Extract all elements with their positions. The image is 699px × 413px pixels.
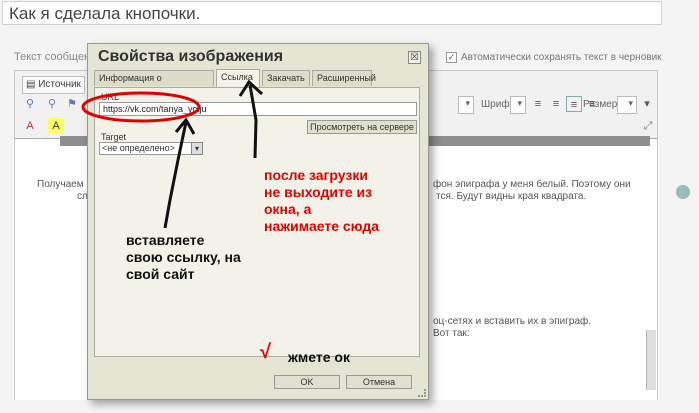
align-left-icon[interactable]: ≡ xyxy=(530,96,546,112)
size-label: Размер xyxy=(583,99,618,110)
align-center-icon[interactable]: ≡ xyxy=(548,96,564,112)
style-dropdown[interactable] xyxy=(458,96,474,114)
replace-icon[interactable]: ⚲ xyxy=(44,96,60,112)
resize-grip-icon[interactable] xyxy=(418,389,426,397)
url-input[interactable]: https://vk.com/tanya_yolju xyxy=(99,102,417,116)
tab-upload[interactable]: Закачать xyxy=(262,70,310,86)
source-label: Источник xyxy=(38,79,81,90)
avatar-icon xyxy=(676,185,690,199)
autosave-option[interactable]: ✓ Автоматически сохранять текст в чернов… xyxy=(446,52,662,63)
target-label: Target xyxy=(101,132,127,142)
maximize-icon[interactable]: ⤢ xyxy=(640,118,656,134)
ok-button[interactable]: OK xyxy=(274,375,340,389)
tab-advanced[interactable]: Расширенный xyxy=(312,70,376,86)
post-title-input[interactable]: Как я сделала кнопочки. xyxy=(2,1,662,25)
autosave-checkbox[interactable]: ✓ xyxy=(446,52,457,63)
size-dropdown[interactable] xyxy=(617,96,637,114)
flag-icon[interactable]: ⚑ xyxy=(64,96,80,112)
autosave-label: Автоматически сохранять текст в черновик xyxy=(461,52,662,63)
font-dropdown[interactable] xyxy=(510,96,526,114)
cancel-button[interactable]: Отмена xyxy=(346,375,412,389)
editor-text-line: оц-сетях и вставить их в эпиграф. xyxy=(433,316,592,327)
chevron-down-icon[interactable]: ▾ xyxy=(191,142,203,155)
bg-color-icon[interactable]: A xyxy=(48,118,64,134)
annotation-insert-link: вставляете свою ссылку, на свой сайт xyxy=(126,232,241,282)
editor-text-line: Получаем к xyxy=(37,179,91,190)
annotation-after-upload: после загрузки не выходите из окна, а на… xyxy=(264,167,380,234)
tab-image-info[interactable]: Информация о изображении xyxy=(94,70,214,98)
target-select[interactable]: <не определено> ▾ xyxy=(99,142,203,155)
dialog-title: Свойства изображения xyxy=(98,48,284,65)
source-button[interactable]: ▤ Источник xyxy=(22,76,85,94)
close-icon[interactable]: ☒ xyxy=(408,51,421,64)
editor-text-line: тся. Будут видны края квадрата. xyxy=(436,191,587,202)
annotation-check-mark: √ xyxy=(260,341,271,363)
editor-scrollbar[interactable] xyxy=(646,330,656,390)
chevron-down-icon[interactable]: ▾ xyxy=(639,96,655,112)
message-label: Текст сообщени xyxy=(14,51,97,63)
browse-server-button[interactable]: Просмотреть на сервере xyxy=(307,120,417,134)
editor-text-line: Вот так: xyxy=(433,328,470,339)
editor-text-line: фон эпиграфа у меня белый. Поэтому они xyxy=(433,179,631,190)
url-label: URL xyxy=(101,92,120,102)
target-value: <не определено> xyxy=(102,143,175,153)
annotation-press-ok: жмете ок xyxy=(288,349,350,365)
tab-link[interactable]: Ссылка xyxy=(216,69,260,87)
find-icon[interactable]: ⚲ xyxy=(22,96,38,112)
font-label: Шрифт xyxy=(481,99,514,110)
source-icon: ▤ xyxy=(26,79,36,90)
align-right-icon[interactable]: ≡ xyxy=(566,96,582,112)
text-color-icon[interactable]: A xyxy=(22,118,38,134)
